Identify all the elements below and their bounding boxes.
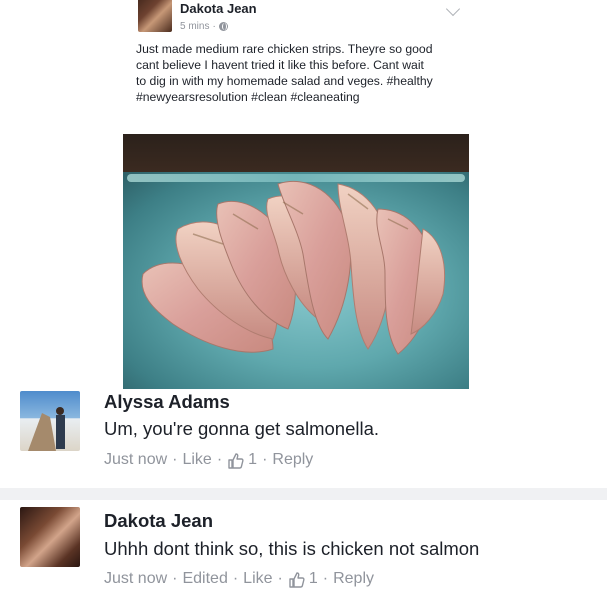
- thumbs-up-icon[interactable]: [288, 571, 305, 588]
- like-button[interactable]: Like: [243, 570, 272, 588]
- like-count[interactable]: 1: [309, 570, 318, 588]
- thumbs-up-icon[interactable]: [227, 452, 244, 469]
- reply-button[interactable]: Reply: [333, 570, 374, 588]
- comment-divider: [0, 488, 607, 500]
- avatar-photo: [28, 407, 65, 451]
- comment-timestamp[interactable]: Just now: [104, 451, 167, 469]
- edited-label[interactable]: Edited: [182, 570, 227, 588]
- post-author-name[interactable]: Dakota Jean: [180, 1, 257, 16]
- action-separator: ·: [322, 570, 329, 587]
- comment-author-name[interactable]: Alyssa Adams: [104, 391, 230, 413]
- comment-author-avatar[interactable]: [20, 507, 80, 567]
- globe-icon[interactable]: [218, 22, 228, 31]
- action-separator: ·: [172, 570, 178, 587]
- comment-author-avatar[interactable]: [20, 391, 80, 451]
- comment-actions: Just now · Edited · Like · 1 · Reply: [104, 570, 374, 588]
- action-separator: ·: [172, 451, 178, 468]
- reply-button[interactable]: Reply: [272, 451, 313, 469]
- comment-timestamp[interactable]: Just now: [104, 570, 167, 588]
- post-meta: 5 mins ·: [180, 21, 228, 32]
- comment-author-name[interactable]: Dakota Jean: [104, 510, 213, 532]
- post-timestamp[interactable]: 5 mins: [180, 21, 209, 32]
- chicken-strips-illustration: [141, 180, 446, 355]
- comment: Alyssa Adams Um, you're gonna get salmon…: [0, 387, 607, 484]
- comment-text: Um, you're gonna get salmonella.: [104, 418, 380, 439]
- like-count[interactable]: 1: [248, 451, 257, 469]
- comment-text: Uhhh dont think so, this is chicken not …: [104, 538, 480, 559]
- post-header: Dakota Jean 5 mins ·: [138, 0, 468, 40]
- comment-actions: Just now · Like · 1 · Reply: [104, 451, 313, 469]
- action-separator: ·: [277, 570, 283, 587]
- post-author-avatar[interactable]: [138, 0, 172, 32]
- post-photo[interactable]: [123, 134, 469, 389]
- like-button[interactable]: Like: [182, 451, 211, 469]
- action-separator: ·: [232, 570, 239, 587]
- post-text: Just made medium rare chicken strips. Th…: [136, 42, 433, 104]
- action-separator: ·: [262, 451, 268, 468]
- comment: Dakota Jean Uhhh dont think so, this is …: [0, 504, 607, 592]
- action-separator: ·: [216, 451, 223, 468]
- meta-separator: ·: [212, 21, 216, 32]
